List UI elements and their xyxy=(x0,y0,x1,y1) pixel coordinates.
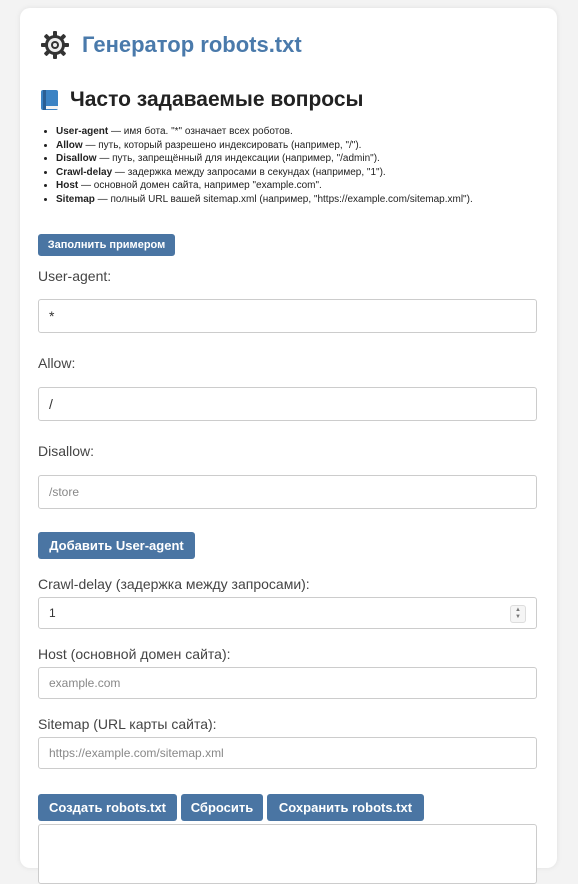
crawl-delay-input[interactable]: 1 ▲ ▼ xyxy=(38,597,537,629)
user-agent-label: User-agent: xyxy=(38,268,112,284)
gear-icon xyxy=(41,31,69,59)
host-label: Host (основной домен сайта): xyxy=(38,646,231,662)
faq-term: User-agent xyxy=(56,126,109,137)
number-stepper[interactable]: ▲ ▼ xyxy=(510,605,526,623)
stepper-down-icon[interactable]: ▼ xyxy=(515,614,521,621)
faq-item: Allow — путь, который разрешено индексир… xyxy=(56,139,556,153)
header: Генератор robots.txt xyxy=(40,30,302,60)
save-robots-button[interactable]: Сохранить robots.txt xyxy=(267,794,424,821)
allow-label: Allow: xyxy=(38,355,76,371)
host-input[interactable]: example.com xyxy=(38,667,537,699)
disallow-input[interactable]: /store xyxy=(38,475,537,509)
faq-item: Disallow — путь, запрещённый для индекса… xyxy=(56,152,556,166)
disallow-placeholder: /store xyxy=(49,485,80,499)
sitemap-placeholder: https://example.com/sitemap.xml xyxy=(49,746,224,760)
output-textarea[interactable] xyxy=(38,824,537,884)
faq-text: — путь, запрещённый для индексации (напр… xyxy=(96,153,380,164)
crawl-delay-label: Crawl-delay (задержка между запросами): xyxy=(38,576,310,592)
stepper-up-icon[interactable]: ▲ xyxy=(515,607,521,614)
page-title: Генератор robots.txt xyxy=(82,32,302,57)
create-robots-button[interactable]: Создать robots.txt xyxy=(38,794,177,821)
user-agent-value: * xyxy=(49,308,55,324)
faq-item: Host — основной домен сайта, например "e… xyxy=(56,179,556,193)
faq-text: — путь, который разрешено индексировать … xyxy=(82,139,362,151)
allow-input[interactable]: / xyxy=(38,387,537,421)
host-placeholder: example.com xyxy=(49,676,121,690)
faq-item: User-agent — имя бота. "*" означает всех… xyxy=(56,125,556,139)
faq-text: — полный URL вашей sitemap.xml (например… xyxy=(94,193,473,205)
add-user-agent-button[interactable]: Добавить User-agent xyxy=(38,532,195,559)
faq-item: Crawl-delay — задержка между запросами в… xyxy=(56,166,556,180)
faq-text: — основной домен сайта, например "exampl… xyxy=(78,180,322,191)
faq-item: Sitemap — полный URL вашей sitemap.xml (… xyxy=(56,193,556,207)
reset-button[interactable]: Сбросить xyxy=(181,794,263,821)
faq-term: Crawl-delay xyxy=(56,166,113,178)
sitemap-input[interactable]: https://example.com/sitemap.xml xyxy=(38,737,537,769)
faq-list: User-agent — имя бота. "*" означает всех… xyxy=(38,125,556,206)
allow-value: / xyxy=(49,396,53,412)
faq-term: Sitemap xyxy=(56,193,95,205)
sitemap-label: Sitemap (URL карты сайта): xyxy=(38,716,217,732)
faq-term: Disallow xyxy=(56,153,97,164)
faq-term: Allow xyxy=(56,139,83,151)
disallow-label: Disallow: xyxy=(38,443,95,459)
faq-header: Часто задаваемые вопросы xyxy=(38,88,363,112)
faq-text: — имя бота. "*" означает всех роботов. xyxy=(108,126,293,137)
faq-text: — задержка между запросами в секундах (н… xyxy=(112,166,386,178)
crawl-delay-value: 1 xyxy=(49,606,56,620)
book-icon xyxy=(41,90,58,110)
user-agent-input[interactable]: * xyxy=(38,299,537,333)
faq-term: Host xyxy=(56,180,79,191)
faq-title: Часто задаваемые вопросы xyxy=(70,88,364,111)
generator-card: Генератор robots.txt Часто задаваемые во… xyxy=(20,8,557,884)
fill-example-button[interactable]: Заполнить примером xyxy=(38,234,175,256)
